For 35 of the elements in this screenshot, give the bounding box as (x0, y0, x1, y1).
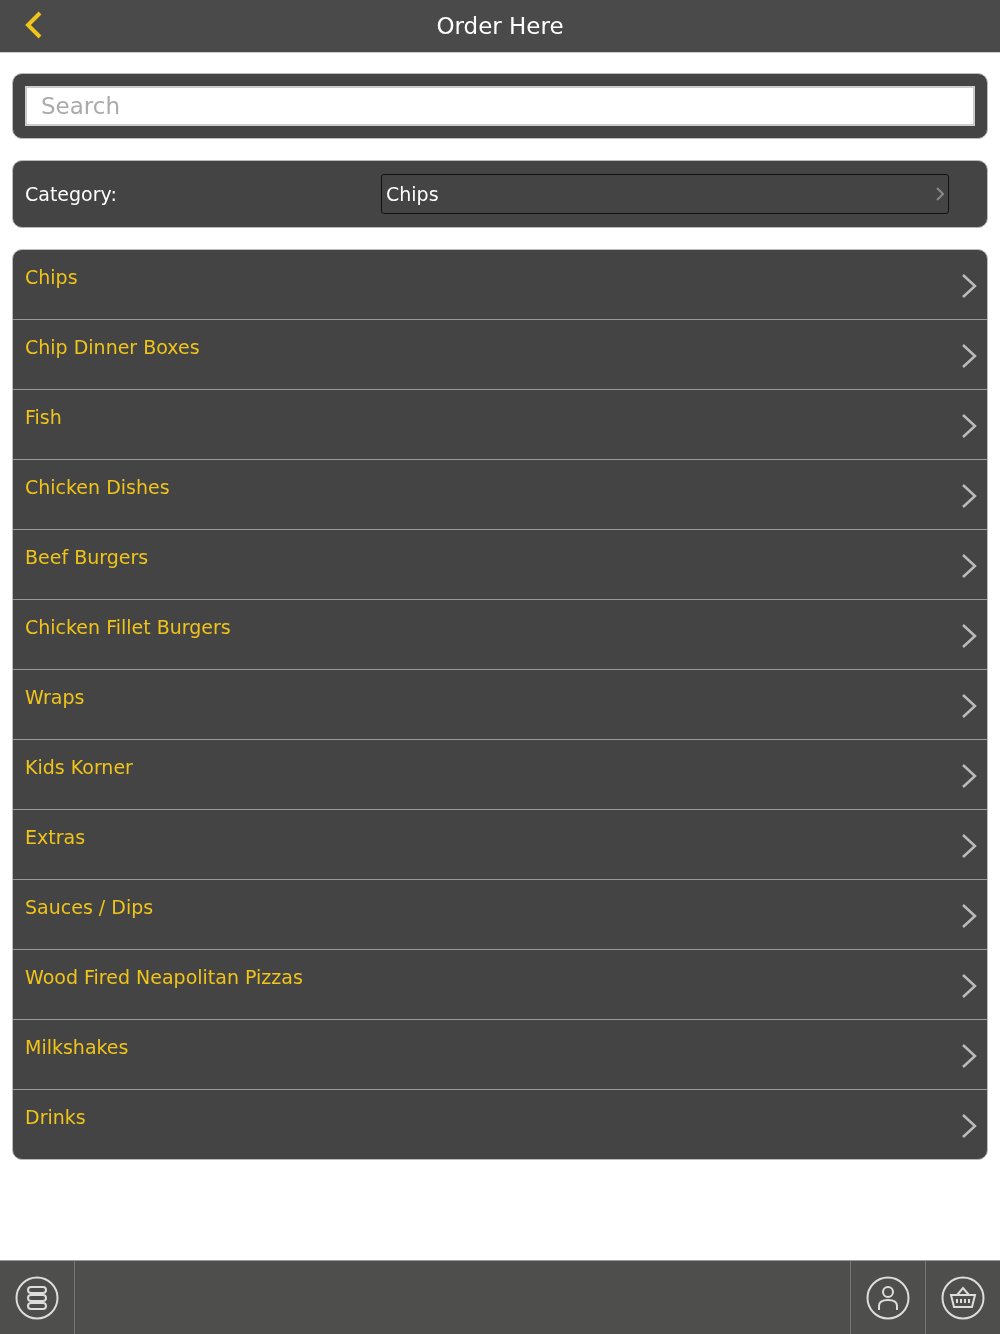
chevron-icon (961, 343, 977, 369)
category-item[interactable]: Milkshakes (13, 1019, 987, 1089)
chevron-icon (961, 1043, 977, 1069)
page-title: Order Here (436, 13, 564, 39)
search-field[interactable]: Search (25, 86, 975, 126)
category-item[interactable]: Chips (13, 250, 987, 319)
chevron-icon (961, 413, 977, 439)
category-item[interactable]: Fish (13, 389, 987, 459)
chevron-icon (961, 623, 977, 649)
server-icon[interactable] (15, 1275, 59, 1320)
chevron-icon (961, 833, 977, 859)
category-label: Category: (25, 183, 118, 205)
chevron-icon (961, 483, 977, 509)
category-dropdown[interactable]: Chips (381, 174, 949, 214)
category-item[interactable]: Wraps (13, 669, 987, 739)
chevron-icon (936, 187, 944, 201)
basket-icon[interactable] (941, 1275, 985, 1320)
chevron-icon (961, 553, 977, 579)
category-item[interactable]: Extras (13, 809, 987, 879)
chevron-icon (961, 763, 977, 789)
back-icon[interactable] (24, 10, 44, 40)
chevron-icon (961, 693, 977, 719)
category-item[interactable]: Chip Dinner Boxes (13, 319, 987, 389)
category-item[interactable]: Sauces / Dips (13, 879, 987, 949)
category-item[interactable]: Chicken Dishes (13, 459, 987, 529)
category-item[interactable]: Chicken Fillet Burgers (13, 599, 987, 669)
category-item[interactable]: Beef Burgers (13, 529, 987, 599)
chevron-icon (961, 1113, 977, 1139)
chevron-icon (961, 273, 977, 299)
category-item[interactable]: Kids Korner (13, 739, 987, 809)
user-icon[interactable] (866, 1275, 910, 1320)
chevron-icon (961, 973, 977, 999)
chevron-icon (961, 903, 977, 929)
category-item[interactable]: Drinks (13, 1089, 987, 1159)
category-item[interactable]: Wood Fired Neapolitan Pizzas (13, 949, 987, 1019)
